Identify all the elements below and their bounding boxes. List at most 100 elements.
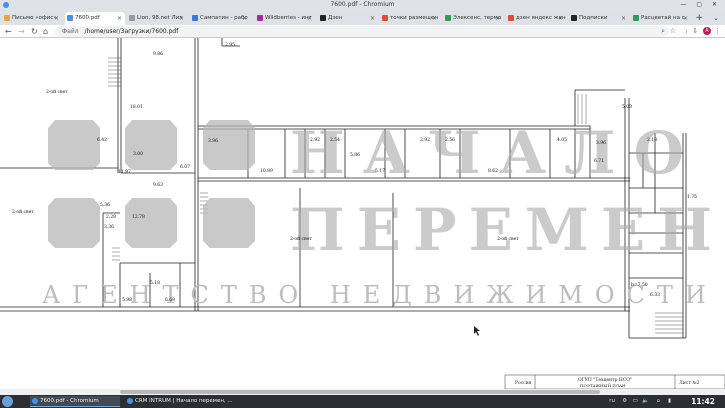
tab-search-icon[interactable]: ⌄: [713, 12, 719, 24]
tab-label: 7600.pdf: [75, 15, 100, 21]
stamp-sheet: Лист №2: [679, 380, 699, 386]
tab-label: Дзен: [328, 15, 343, 21]
tab-7[interactable]: точки размещен ×: [380, 12, 440, 25]
scrollbar-thumb[interactable]: [120, 390, 600, 394]
tab-4[interactable]: Сампатин - рабо ×: [190, 12, 250, 25]
tab-9[interactable]: дзен яндекс жен ×: [506, 12, 566, 25]
tab-close-icon[interactable]: ×: [558, 12, 563, 25]
plan-dimension-label: 3.96: [596, 140, 606, 146]
tab-strip: Письмо «офис» × 7600.pdf × Lion, 98.net Лиз ×…: [0, 10, 725, 25]
tab-favicon-icon: [67, 15, 73, 21]
tab-close-icon[interactable]: ×: [683, 12, 688, 25]
tab-close-icon[interactable]: ×: [370, 12, 375, 25]
bookmark-star-icon[interactable]: ☆: [670, 26, 676, 37]
tab-close-icon[interactable]: ×: [495, 12, 500, 25]
address-bar[interactable]: Файл /home/user/Загрузки/7600.pdf: [55, 26, 669, 37]
plan-dimension-label: 2.92: [310, 137, 320, 143]
plan-dimension-label: 6.07: [180, 164, 190, 170]
window-titlebar: 7600.pdf - Chromium — ▢ ✕: [0, 0, 725, 10]
tab-label: Lion, 98.net Лиз: [137, 15, 183, 21]
plan-dimension-label: 5.18: [150, 280, 160, 286]
tab-5[interactable]: Wildberries - инт ×: [255, 12, 315, 25]
tab-favicon-icon: [633, 15, 639, 21]
forward-icon[interactable]: →: [18, 26, 25, 37]
tab-favicon-icon: [571, 15, 577, 21]
plan-dimension-label: 3.00: [133, 151, 143, 157]
download-icon[interactable]: ⇩: [692, 26, 698, 37]
tab-label: точки размещен: [390, 15, 438, 21]
tab-3[interactable]: Lion, 98.net Лиз ×: [127, 12, 187, 25]
home-icon[interactable]: ⌂: [43, 26, 48, 37]
chromium-icon: [127, 398, 133, 404]
taskbar-item-label: CRM INTRUM | Начало перемен, ...: [135, 398, 233, 404]
url-scheme-label: Файл: [62, 28, 79, 35]
pdf-viewer[interactable]: НАЧАЛО ПЕРЕМЕН АГЕНТСТВО НЕДВИЖИМОСТИ 2.…: [0, 38, 725, 395]
browser-toolbar: ← → ↻ ⌂ Файл /home/user/Загрузки/7600.pd…: [0, 25, 725, 38]
plan-dimension-label: 1.75: [687, 194, 697, 200]
tab-favicon-icon: [508, 15, 514, 21]
tab-close-icon[interactable]: ×: [179, 12, 184, 25]
taskbar-item-crm[interactable]: CRM INTRUM | Начало перемен, ...: [125, 396, 233, 407]
tab-label: Подписки: [579, 15, 608, 21]
tab-favicon-icon: [445, 15, 451, 21]
plan-dimension-label: 2.95: [225, 42, 235, 48]
tab-label: Письмо «офис»: [12, 15, 57, 21]
tab-favicon-icon: [129, 15, 135, 21]
menu-icon[interactable]: ⋮: [714, 26, 721, 37]
watermark-line3: АГЕНТСТВО НЕДВИЖИМОСТИ: [42, 281, 718, 309]
tab-6[interactable]: Дзен ×: [318, 12, 378, 25]
tab-label: Элексенс, термо: [453, 15, 502, 21]
plan-dimension-label: 2-ой свет: [46, 89, 68, 95]
tab-2[interactable]: 7600.pdf ×: [65, 12, 125, 25]
plan-dimension-label: 2.28: [106, 214, 116, 220]
tray-volume-icon[interactable]: 🔈: [642, 395, 649, 408]
extension-icon[interactable]: ᵢ: [686, 26, 687, 37]
taskbar-clock: 11:42: [691, 397, 715, 406]
taskbar-item-label: 7600.pdf - Chromium: [40, 398, 99, 404]
tab-8[interactable]: Элексенс, термо ×: [443, 12, 503, 25]
chromium-icon: [3, 2, 9, 8]
plan-dimension-label: 5.98: [122, 297, 132, 303]
plan-dimension-label: 2.18: [647, 137, 657, 143]
window-controls[interactable]: — ▢ ✕: [680, 0, 721, 10]
tab-close-icon[interactable]: ×: [242, 12, 247, 25]
plan-dimension-label: 3.92: [420, 137, 430, 143]
tab-close-icon[interactable]: ×: [307, 12, 312, 25]
tray-folder-icon[interactable]: ▭: [633, 395, 638, 408]
tab-favicon-icon: [257, 15, 263, 21]
plan-dimension-label: 3.96: [208, 138, 218, 144]
tray-network-icon[interactable]: ⌂: [657, 395, 661, 408]
plan-dimension-label: 2-ой свет: [12, 209, 34, 215]
tab-close-icon[interactable]: ×: [117, 12, 122, 25]
tray-battery-icon[interactable]: ▮: [668, 395, 671, 408]
back-icon[interactable]: ←: [5, 26, 12, 37]
plan-dimension-label: 5.36: [100, 202, 110, 208]
plan-dimension-label: 6.33: [650, 292, 660, 298]
reload-icon[interactable]: ↻: [31, 26, 38, 37]
tab-favicon-icon: [4, 15, 10, 21]
zoom-icon[interactable]: ⌕: [661, 26, 665, 37]
plan-dimension-label: 2-ой свет: [497, 236, 519, 242]
plan-dimension-label: 8.62: [488, 168, 498, 174]
tray-settings-icon[interactable]: ⚙: [622, 395, 627, 408]
plan-dimension-label: 18.01: [130, 104, 143, 110]
plan-dimension-label: 6.68: [165, 297, 175, 303]
tab-10[interactable]: Подписки ×: [569, 12, 629, 25]
tray-keyboard-layout[interactable]: ru: [609, 395, 615, 408]
plan-dimension-label: 4.05: [557, 137, 567, 143]
plan-dimension-label: 6.71: [594, 158, 604, 164]
plan-dimension-label: 12.78: [132, 214, 145, 220]
taskbar-item-pdf[interactable]: 7600.pdf - Chromium: [30, 396, 120, 407]
watermark-line2: ПЕРЕМЕН: [290, 196, 724, 264]
tab-close-icon[interactable]: ×: [432, 12, 437, 25]
start-menu-icon[interactable]: [2, 396, 13, 407]
tab-1[interactable]: Письмо «офис» ×: [2, 12, 62, 25]
tab-11[interactable]: Расцветай на с ×: [631, 12, 691, 25]
tab-close-icon[interactable]: ×: [621, 12, 626, 25]
taskbar: 7600.pdf - Chromium CRM INTRUM | Начало …: [0, 395, 725, 408]
tab-close-icon[interactable]: ×: [54, 12, 59, 25]
plan-dimension-label: 5.17: [375, 168, 385, 174]
new-tab-button[interactable]: +: [695, 12, 703, 24]
profile-avatar[interactable]: A: [703, 27, 711, 35]
window-title: 7600.pdf - Chromium: [330, 1, 395, 8]
